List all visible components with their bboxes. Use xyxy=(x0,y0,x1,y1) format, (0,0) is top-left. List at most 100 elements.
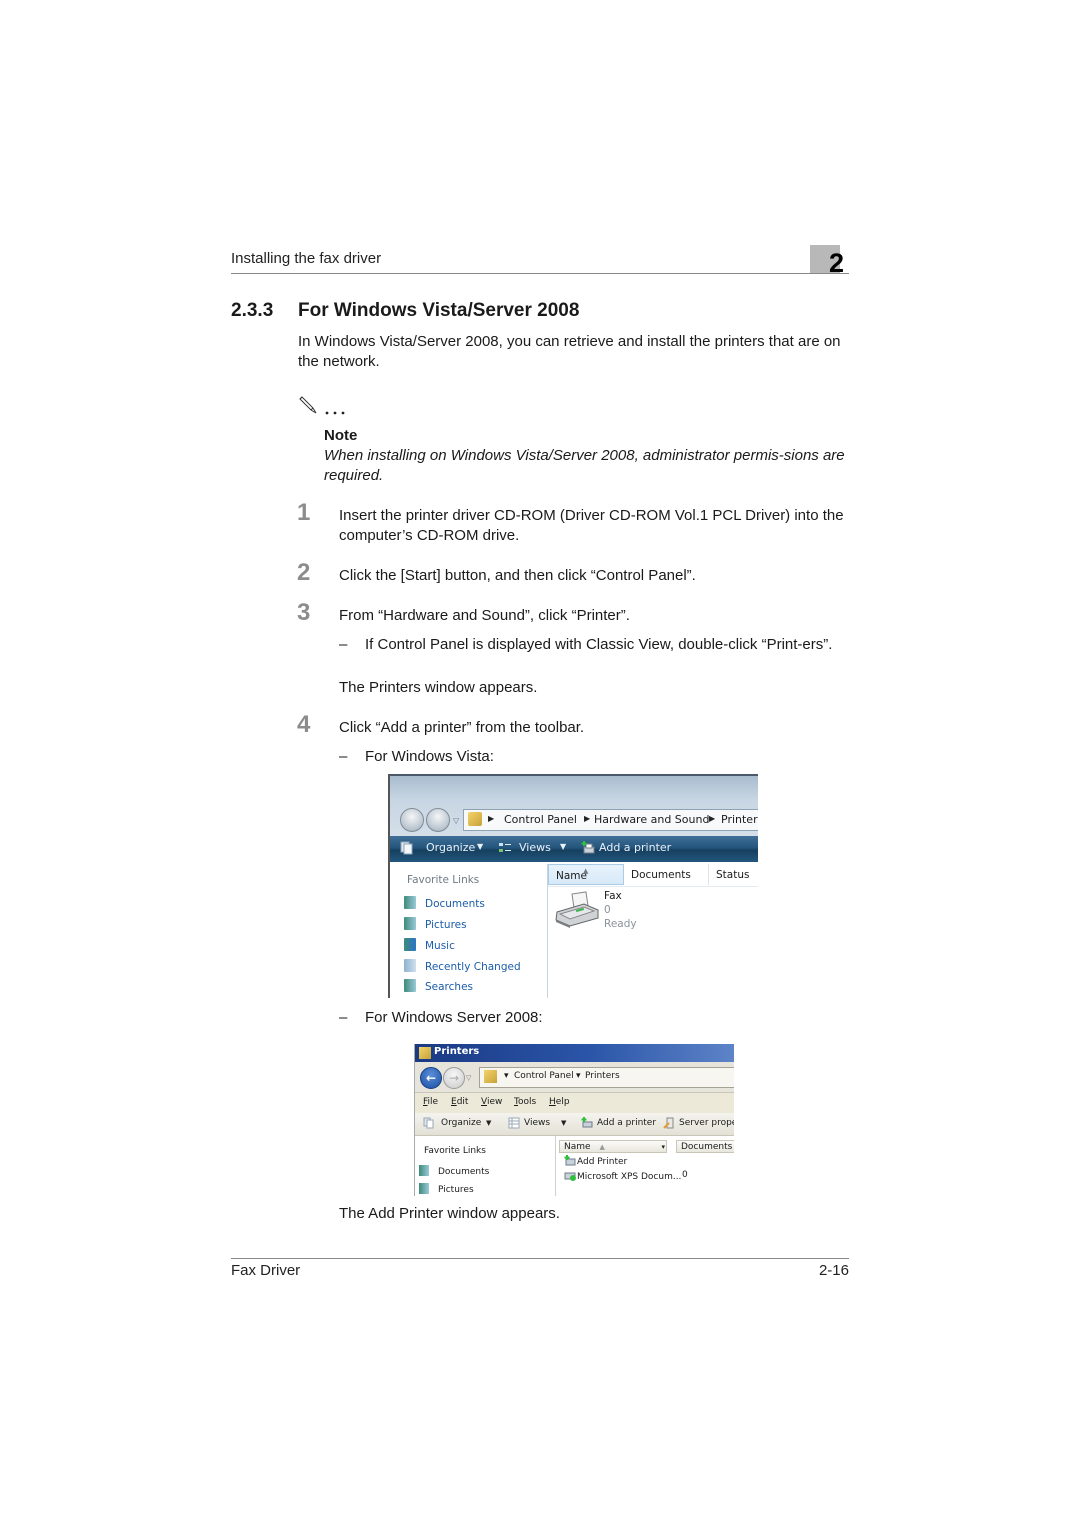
favorite-link-recently-changed[interactable]: Recently Changed xyxy=(404,959,521,973)
chevron-down-icon[interactable]: ▼ xyxy=(486,1119,491,1127)
favorite-links-pane: Favorite Links Documents Pictures Music … xyxy=(390,864,548,998)
section-intro: In Windows Vista/Server 2008, you can re… xyxy=(298,333,841,370)
searches-icon xyxy=(404,979,416,992)
printers-folder-icon xyxy=(419,1047,431,1059)
breadcrumb-printers[interactable]: Printers xyxy=(585,1071,620,1081)
music-icon xyxy=(404,938,416,951)
step-text-1: Insert the printer driver CD-ROM (Driver… xyxy=(339,507,844,544)
favorite-link-documents[interactable]: Documents xyxy=(419,1165,489,1177)
column-header-status[interactable]: Status xyxy=(709,864,758,885)
chevron-down-icon[interactable]: ▼ xyxy=(560,842,566,851)
chevron-down-icon[interactable]: ▼ xyxy=(561,1119,566,1127)
add-printer-icon xyxy=(581,1117,593,1128)
breadcrumb-arrow-icon: ▾ xyxy=(504,1071,509,1081)
pencil-note-icon xyxy=(299,396,345,415)
chevron-down-icon[interactable]: ▼ xyxy=(477,842,483,851)
step-text-2: Click the [Start] button, and then click… xyxy=(339,567,696,584)
file-list-header: ▲ Name Documents Status xyxy=(548,864,758,887)
menu-edit[interactable]: Edit xyxy=(451,1097,468,1107)
forward-button[interactable] xyxy=(426,808,450,832)
views-button[interactable]: Views xyxy=(524,1118,550,1128)
add-a-printer-button[interactable]: Add a printer xyxy=(599,841,671,854)
printer-documents-count: 0 xyxy=(604,904,611,916)
back-button[interactable]: ← xyxy=(420,1067,442,1089)
window-title: Printers xyxy=(434,1046,480,1057)
menu-bar: File Edit View Tools Help xyxy=(415,1094,734,1112)
favorite-links-pane: Favorite Links Documents Pictures xyxy=(415,1136,556,1196)
breadcrumb-arrow-icon: ▶ xyxy=(709,814,716,823)
bullet-dash: – xyxy=(339,748,348,765)
section-title: For Windows Vista/Server 2008 xyxy=(298,300,580,321)
header-divider xyxy=(231,273,849,274)
recently-changed-icon xyxy=(404,959,416,972)
breadcrumb-hardware-and-sound[interactable]: Hardware and Sound xyxy=(594,813,709,826)
server-properties-icon xyxy=(663,1117,674,1129)
address-bar[interactable]: ▾ Control Panel ▾ Printers xyxy=(479,1067,734,1088)
step-text-3: From “Hardware and Sound”, click “Printe… xyxy=(339,607,630,624)
menu-view[interactable]: View xyxy=(481,1097,502,1107)
page-number: 2-16 xyxy=(818,1262,849,1279)
breadcrumb-control-panel[interactable]: Control Panel xyxy=(504,813,577,826)
favorite-link-documents[interactable]: Documents xyxy=(404,896,485,910)
recent-pages-dropdown-icon[interactable]: ▽ xyxy=(466,1074,471,1082)
step-number-1: 1 xyxy=(297,499,311,526)
documents-count: 0 xyxy=(682,1170,688,1180)
printer-name[interactable]: Fax xyxy=(604,890,622,902)
step-number-4: 4 xyxy=(297,711,311,738)
views-button[interactable]: Views xyxy=(519,841,551,854)
breadcrumb-control-panel[interactable]: Control Panel xyxy=(514,1071,574,1081)
vista-command-bar: Organize ▼ Views ▼ Add a printer xyxy=(390,836,758,862)
column-filter-dropdown-icon[interactable]: ▾ xyxy=(661,1141,665,1154)
organize-button[interactable]: Organize xyxy=(426,841,475,854)
breadcrumb-printers[interactable]: Printers xyxy=(721,813,758,826)
add-a-printer-button[interactable]: Add a printer xyxy=(597,1118,656,1128)
column-header-documents[interactable]: Documents xyxy=(624,864,709,885)
favorite-links-title: Favorite Links xyxy=(407,874,480,886)
address-bar[interactable]: ▶ Control Panel ▶ Hardware and Sound ▶ P… xyxy=(463,809,758,831)
step-number-3: 3 xyxy=(297,599,311,626)
organize-icon xyxy=(423,1117,434,1129)
list-item-microsoft-xps[interactable]: Microsoft XPS Docum... 0 xyxy=(564,1170,688,1182)
column-header-name[interactable]: ▲ Name xyxy=(548,864,624,885)
column-header-documents[interactable]: Documents xyxy=(676,1140,734,1153)
favorite-link-music[interactable]: Music xyxy=(404,938,455,952)
default-printer-icon xyxy=(564,1172,576,1181)
favorite-link-pictures[interactable]: Pictures xyxy=(404,917,467,931)
navigation-bar: ← → ▽ ▾ Control Panel ▾ Printers xyxy=(415,1062,734,1093)
section-number: 2.3.3 xyxy=(231,300,274,321)
organize-icon xyxy=(400,841,413,855)
printer-list: Name ▲ ▾ Documents Add Printer Microsoft… xyxy=(556,1136,734,1196)
command-bar: Organize ▼ Views ▼ Add a printer Server … xyxy=(415,1113,734,1136)
step-3-result: The Printers window appears. xyxy=(339,679,538,696)
list-item-add-printer[interactable]: Add Printer xyxy=(564,1155,627,1167)
sort-ascending-icon: ▲ xyxy=(599,1143,605,1151)
views-icon xyxy=(499,843,511,852)
step-4-vista-label: For Windows Vista: xyxy=(365,748,494,765)
sort-ascending-icon: ▲ xyxy=(583,867,589,875)
step-3-subnote: If Control Panel is displayed with Class… xyxy=(365,636,833,653)
step-4-server-label: For Windows Server 2008: xyxy=(365,1009,543,1026)
fax-printer-icon[interactable] xyxy=(554,890,600,928)
menu-tools[interactable]: Tools xyxy=(514,1097,536,1107)
control-panel-icon xyxy=(484,1070,497,1083)
documents-icon xyxy=(404,896,416,909)
organize-button[interactable]: Organize xyxy=(441,1118,481,1128)
pictures-icon xyxy=(419,1183,429,1194)
favorite-link-pictures[interactable]: Pictures xyxy=(419,1183,474,1195)
favorite-link-searches[interactable]: Searches xyxy=(404,979,473,993)
server-2008-printers-screenshot: Printers ← → ▽ ▾ Control Panel ▾ Printer… xyxy=(414,1044,734,1196)
breadcrumb-arrow-icon: ▾ xyxy=(576,1071,581,1081)
vista-title-bar: ▽ ▶ Control Panel ▶ Hardware and Sound ▶… xyxy=(390,774,758,836)
chapter-number: 2 xyxy=(829,248,845,278)
step-number-2: 2 xyxy=(297,559,311,586)
vista-printers-screenshot: ▽ ▶ Control Panel ▶ Hardware and Sound ▶… xyxy=(388,774,758,998)
add-printer-icon xyxy=(564,1155,576,1166)
column-header-name[interactable]: Name ▲ ▾ xyxy=(559,1140,667,1153)
recent-pages-dropdown-icon[interactable]: ▽ xyxy=(453,816,459,825)
note-label: Note xyxy=(324,427,358,444)
menu-file[interactable]: File xyxy=(423,1097,438,1107)
forward-button[interactable]: → xyxy=(443,1067,465,1089)
back-button[interactable] xyxy=(400,808,424,832)
menu-help[interactable]: Help xyxy=(549,1097,570,1107)
server-properties-button[interactable]: Server prope xyxy=(679,1118,734,1128)
